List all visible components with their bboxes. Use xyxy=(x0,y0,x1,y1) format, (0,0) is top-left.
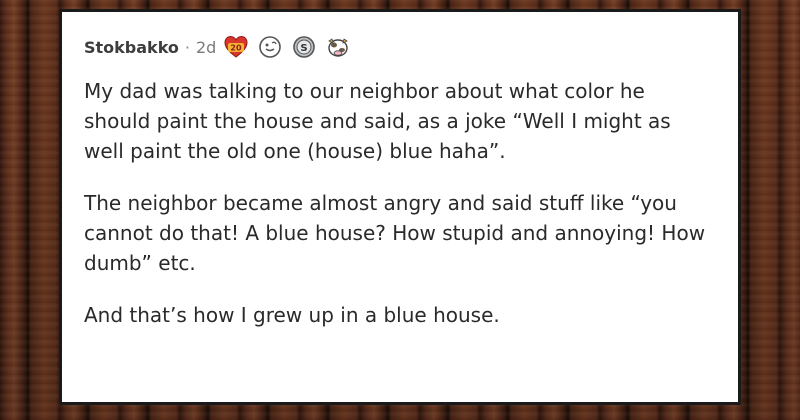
meta-separator: · xyxy=(184,37,190,57)
comment-paragraph: And that’s how I grew up in a blue house… xyxy=(84,303,500,327)
comment-body: My dad was talking to our neighbor about… xyxy=(84,76,716,330)
username-link[interactable]: Stokbakko xyxy=(84,38,179,57)
award-silver-coin-icon[interactable]: S xyxy=(292,35,316,59)
comment-age[interactable]: 2d xyxy=(196,38,216,57)
awards-row[interactable]: 20 S xyxy=(224,35,350,59)
award-20-heart-icon[interactable]: 20 xyxy=(224,35,248,59)
award-count: 20 xyxy=(231,44,243,53)
comment-meta: Stokbakko · 2d 20 S xyxy=(84,32,716,62)
award-symbol: S xyxy=(301,43,308,54)
comment-paragraph: The neighbor became almost angry and sai… xyxy=(84,191,706,275)
comment-card: Stokbakko · 2d 20 S My dad was talking t… xyxy=(59,9,741,405)
award-cow-icon[interactable] xyxy=(326,35,350,59)
comment-paragraph: My dad was talking to our neighbor about… xyxy=(84,79,671,163)
award-face-icon[interactable] xyxy=(258,35,282,59)
